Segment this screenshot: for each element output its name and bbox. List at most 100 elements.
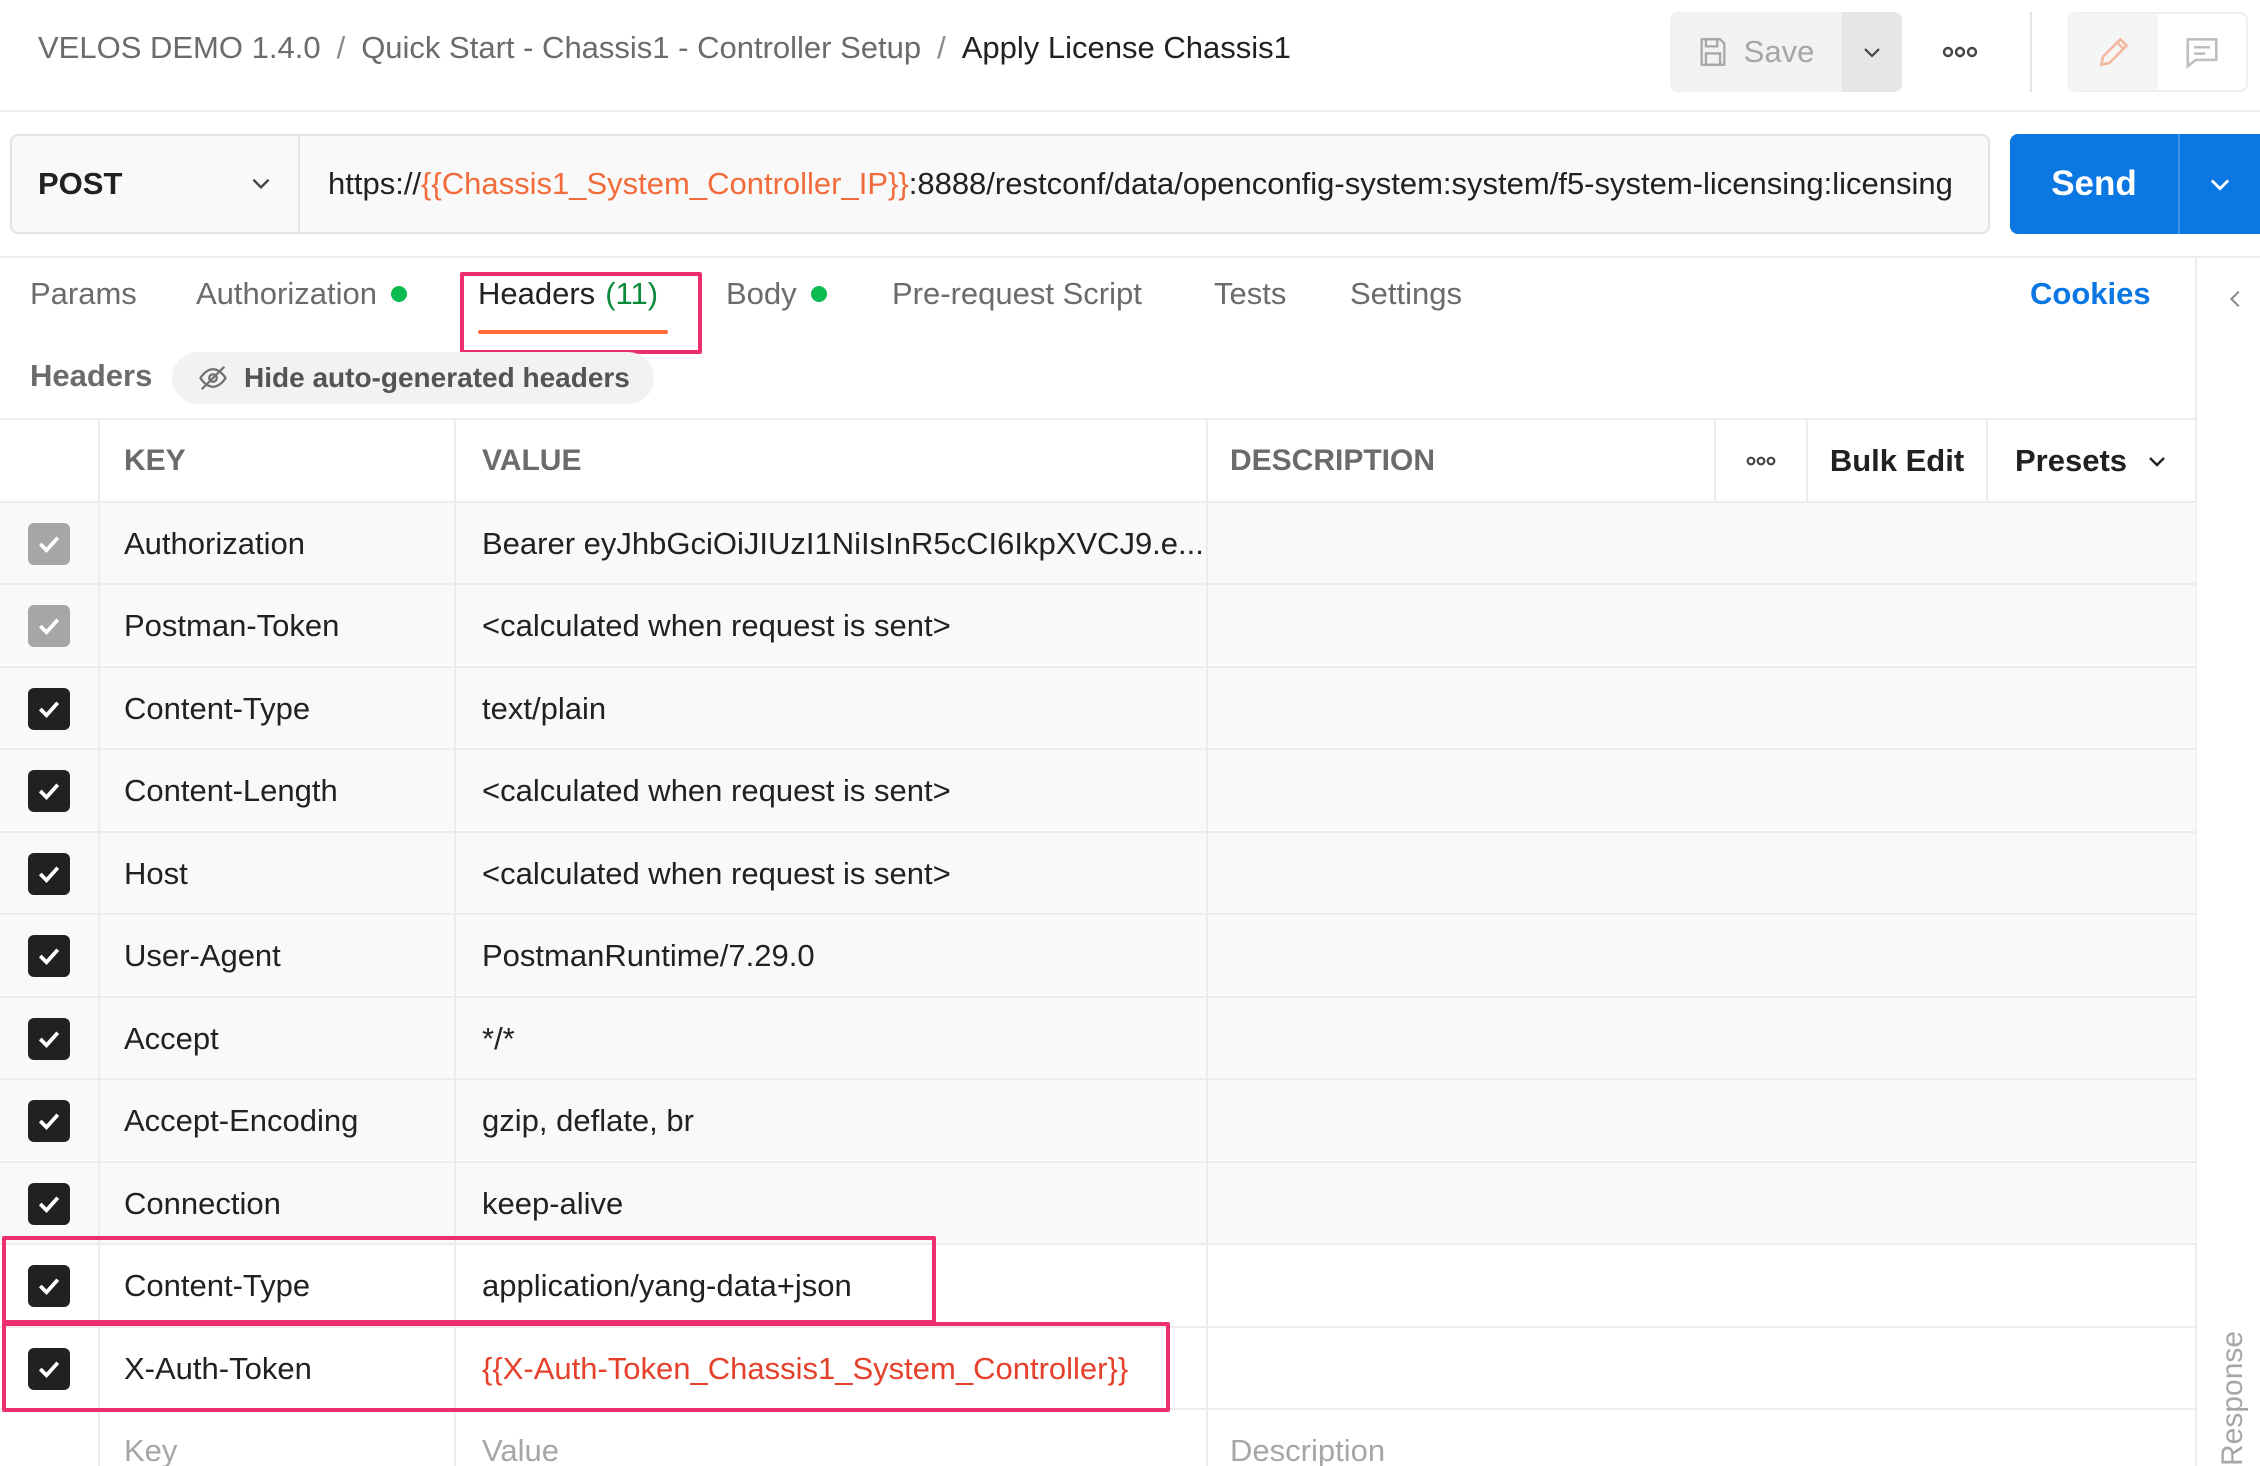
- header-value-cell[interactable]: gzip, deflate, br: [456, 1080, 1208, 1162]
- table-row[interactable]: Accept-Encoding gzip, deflate, br: [0, 1078, 2196, 1162]
- enabled-checkbox[interactable]: [28, 935, 70, 977]
- url-input[interactable]: https://{{Chassis1_System_Controller_IP}…: [328, 136, 1968, 232]
- enabled-checkbox[interactable]: [28, 1100, 70, 1142]
- table-row[interactable]: Postman-Token <calculated when request is…: [0, 583, 2196, 667]
- header-key-cell[interactable]: Content-Length: [100, 750, 456, 832]
- enabled-checkbox[interactable]: [28, 688, 70, 730]
- cookies-link[interactable]: Cookies: [2030, 276, 2151, 312]
- more-actions-button[interactable]: [1940, 40, 1980, 64]
- new-value-input[interactable]: Value: [456, 1410, 1208, 1466]
- header-value-cell[interactable]: PostmanRuntime/7.29.0: [456, 915, 1208, 997]
- header-key-cell[interactable]: Postman-Token: [100, 585, 456, 667]
- status-dot: [390, 286, 407, 302]
- new-description-input[interactable]: Description: [1208, 1410, 2196, 1466]
- save-button[interactable]: Save: [1670, 12, 1840, 92]
- url-variable[interactable]: {{Chassis1_System_Controller_IP}}: [421, 166, 909, 201]
- tab-body[interactable]: Body: [726, 276, 827, 312]
- edit-docs-button[interactable]: [2070, 14, 2158, 90]
- header-key-cell[interactable]: User-Agent: [100, 915, 456, 997]
- new-header-row[interactable]: Key Value Description: [0, 1408, 2196, 1466]
- header-key: Authorization: [124, 526, 305, 561]
- header-description-cell[interactable]: [1208, 1080, 2196, 1162]
- header-description-cell[interactable]: [1208, 668, 2196, 750]
- tab-prerequest-script[interactable]: Pre-request Script: [892, 276, 1142, 312]
- row-checkbox-cell: [0, 915, 100, 997]
- header-key-cell[interactable]: Accept: [100, 998, 456, 1080]
- send-button[interactable]: Send: [2010, 134, 2178, 234]
- comment-icon: [2186, 38, 2218, 69]
- table-row[interactable]: Connection keep-alive: [0, 1161, 2196, 1245]
- enabled-checkbox[interactable]: [28, 605, 70, 647]
- table-row[interactable]: Content-Length <calculated when request i…: [0, 748, 2196, 832]
- table-row[interactable]: Authorization Bearer eyJhbGciOiJIUzI1NiIs…: [0, 501, 2196, 585]
- header-value: PostmanRuntime/7.29.0: [482, 938, 815, 973]
- save-options-button[interactable]: [1842, 12, 1902, 92]
- presets-label: Presets: [2014, 443, 2128, 478]
- status-dot: [810, 286, 827, 302]
- header-key-cell[interactable]: Accept-Encoding: [100, 1080, 456, 1162]
- header-key-cell[interactable]: Connection: [100, 1163, 456, 1245]
- header-description-cell[interactable]: [1208, 915, 2196, 997]
- enabled-checkbox[interactable]: [28, 1018, 70, 1060]
- header-value-cell[interactable]: Bearer eyJhbGciOiJIUzI1NiIsInR5cCI6IkpXV…: [456, 503, 1208, 585]
- tab-tests[interactable]: Tests: [1214, 276, 1286, 312]
- tab-label: Body: [726, 276, 797, 311]
- header-description-cell[interactable]: [1208, 1163, 2196, 1245]
- table-row[interactable]: Content-Type text/plain: [0, 666, 2196, 750]
- header-key-cell[interactable]: Authorization: [100, 503, 456, 585]
- header-key: Content-Type: [124, 691, 311, 726]
- enabled-checkbox[interactable]: [28, 1183, 70, 1225]
- header-description-cell[interactable]: [1208, 833, 2196, 915]
- check-icon: [38, 536, 60, 553]
- breadcrumb-request-title[interactable]: Apply License Chassis1: [962, 30, 1291, 65]
- key-column-header: KEY: [100, 420, 456, 502]
- breadcrumb-separator: /: [937, 30, 946, 65]
- header-value-cell[interactable]: keep-alive: [456, 1163, 1208, 1245]
- header-value: <calculated when request is sent>: [482, 608, 951, 643]
- pencil-icon: [2099, 37, 2129, 67]
- new-key-input[interactable]: Key: [100, 1410, 456, 1466]
- header-value-cell[interactable]: text/plain: [456, 668, 1208, 750]
- enabled-checkbox[interactable]: [28, 770, 70, 812]
- header-key-cell[interactable]: Host: [100, 833, 456, 915]
- header-value: */*: [482, 1021, 515, 1056]
- method-select[interactable]: POST: [12, 136, 300, 232]
- check-icon: [38, 866, 60, 883]
- send-options-button[interactable]: [2178, 134, 2260, 234]
- header-description-cell[interactable]: [1208, 998, 2196, 1080]
- presets-dropdown[interactable]: Presets: [1986, 420, 2196, 502]
- header-value-cell[interactable]: <calculated when request is sent>: [456, 585, 1208, 667]
- tab-authorization[interactable]: Authorization: [196, 276, 407, 312]
- breadcrumb-collection[interactable]: VELOS DEMO 1.4.0: [38, 30, 321, 65]
- collapse-panel-button[interactable]: [2225, 286, 2247, 317]
- header-value-cell[interactable]: <calculated when request is sent>: [456, 750, 1208, 832]
- hide-auto-headers-button[interactable]: Hide auto-generated headers: [172, 352, 654, 404]
- header-description-cell[interactable]: [1208, 585, 2196, 667]
- enabled-checkbox[interactable]: [28, 523, 70, 565]
- table-row[interactable]: Accept */*: [0, 996, 2196, 1080]
- save-group: Save: [1670, 12, 1902, 92]
- header-value: text/plain: [482, 691, 607, 726]
- header-key-cell[interactable]: Content-Type: [100, 668, 456, 750]
- breadcrumb-folder[interactable]: Quick Start - Chassis1 - Controller Setu…: [361, 30, 921, 65]
- response-panel-label[interactable]: Response: [2216, 1331, 2250, 1466]
- hide-auto-headers-label: Hide auto-generated headers: [244, 362, 630, 393]
- header-description-cell[interactable]: [1208, 1328, 2196, 1410]
- table-row[interactable]: Host <calculated when request is sent>: [0, 831, 2196, 915]
- header-description-cell[interactable]: [1208, 503, 2196, 585]
- column-options-button[interactable]: [1714, 420, 1806, 502]
- tab-label: Settings: [1350, 276, 1463, 311]
- header-description-cell[interactable]: [1208, 1245, 2196, 1327]
- tab-settings[interactable]: Settings: [1350, 276, 1462, 312]
- header-description-cell[interactable]: [1208, 750, 2196, 832]
- enabled-checkbox[interactable]: [28, 853, 70, 895]
- table-row[interactable]: User-Agent PostmanRuntime/7.29.0: [0, 913, 2196, 997]
- check-icon: [38, 783, 60, 800]
- check-icon: [38, 618, 60, 635]
- save-icon: [1700, 38, 1726, 66]
- bulk-edit-button[interactable]: Bulk Edit: [1806, 420, 1986, 502]
- header-value-cell[interactable]: <calculated when request is sent>: [456, 833, 1208, 915]
- header-value-cell[interactable]: */*: [456, 998, 1208, 1080]
- comments-button[interactable]: [2158, 14, 2246, 90]
- tab-params[interactable]: Params: [30, 276, 137, 312]
